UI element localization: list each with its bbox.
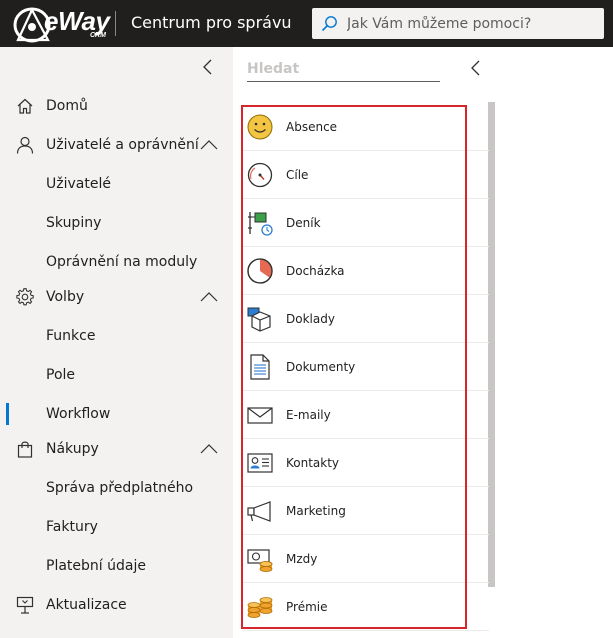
nav-item-purchases[interactable]: Nákupy [0, 432, 233, 466]
nav-item-label: Skupiny [46, 215, 102, 231]
scrollbar-thumb[interactable] [488, 102, 495, 587]
module-panel: Absence Cíle Deník Docházka [233, 47, 498, 638]
nav-item-label: Workflow [46, 406, 111, 422]
chevron-up-icon[interactable] [200, 291, 218, 303]
collapse-nav-chevron-icon[interactable] [200, 58, 218, 76]
logo-sub-text: CRM [90, 32, 106, 39]
shopping-bag-icon [17, 441, 33, 458]
nav-item-users[interactable]: Uživatelé [0, 167, 233, 201]
nav-item-label: Funkce [46, 328, 96, 344]
header-divider [115, 11, 116, 36]
chevron-up-icon[interactable] [200, 139, 218, 151]
nav-item-home[interactable]: Domů [0, 89, 233, 123]
nav-item-label: Domů [46, 98, 88, 114]
nav-item-workflow[interactable]: Workflow [0, 397, 233, 431]
module-search-input[interactable] [247, 58, 440, 80]
update-icon [16, 596, 34, 614]
nav-item-label: Nákupy [46, 441, 99, 457]
global-search[interactable] [312, 8, 604, 39]
highlight-frame [241, 105, 467, 629]
nav-item-label: Uživatelé [46, 176, 111, 192]
search-icon [321, 16, 337, 32]
nav-item-fields[interactable]: Pole [0, 358, 233, 392]
home-icon [17, 98, 33, 114]
nav-item-groups[interactable]: Skupiny [0, 206, 233, 240]
app-title: Centrum pro správu [131, 13, 292, 32]
nav-item-label: Pole [46, 367, 76, 383]
nav-item-label: Aktualizace [46, 597, 127, 613]
top-header: eWay CRM Centrum pro správu [0, 0, 613, 47]
nav-item-invoices[interactable]: Faktury [0, 510, 233, 544]
nav-item-subscription[interactable]: Správa předplatného [0, 471, 233, 505]
global-search-input[interactable] [347, 8, 597, 39]
left-navigation: Domů Uživatelé a oprávnění Uživatelé Sku… [0, 47, 233, 638]
user-icon [16, 136, 34, 154]
nav-item-label: Oprávnění na moduly [46, 254, 198, 270]
eway-logo[interactable]: eWay CRM [10, 4, 114, 44]
nav-item-updates[interactable]: Aktualizace [0, 588, 233, 622]
nav-item-label: Volby [46, 289, 85, 305]
nav-item-functions[interactable]: Funkce [0, 319, 233, 353]
nav-item-label: Platební údaje [46, 558, 146, 574]
nav-item-options[interactable]: Volby [0, 280, 233, 314]
chevron-up-icon[interactable] [200, 443, 218, 455]
nav-item-label: Správa předplatného [46, 480, 194, 496]
nav-item-payment-details[interactable]: Platební údaje [0, 549, 233, 583]
gear-icon [16, 288, 34, 306]
nav-item-module-permissions[interactable]: Oprávnění na moduly [0, 245, 233, 279]
nav-item-label: Faktury [46, 519, 98, 535]
collapse-panel-chevron-icon[interactable] [469, 59, 483, 77]
nav-item-users-permissions[interactable]: Uživatelé a oprávnění [0, 128, 233, 162]
module-search[interactable] [247, 58, 440, 82]
nav-item-label: Uživatelé a oprávnění [46, 137, 199, 153]
